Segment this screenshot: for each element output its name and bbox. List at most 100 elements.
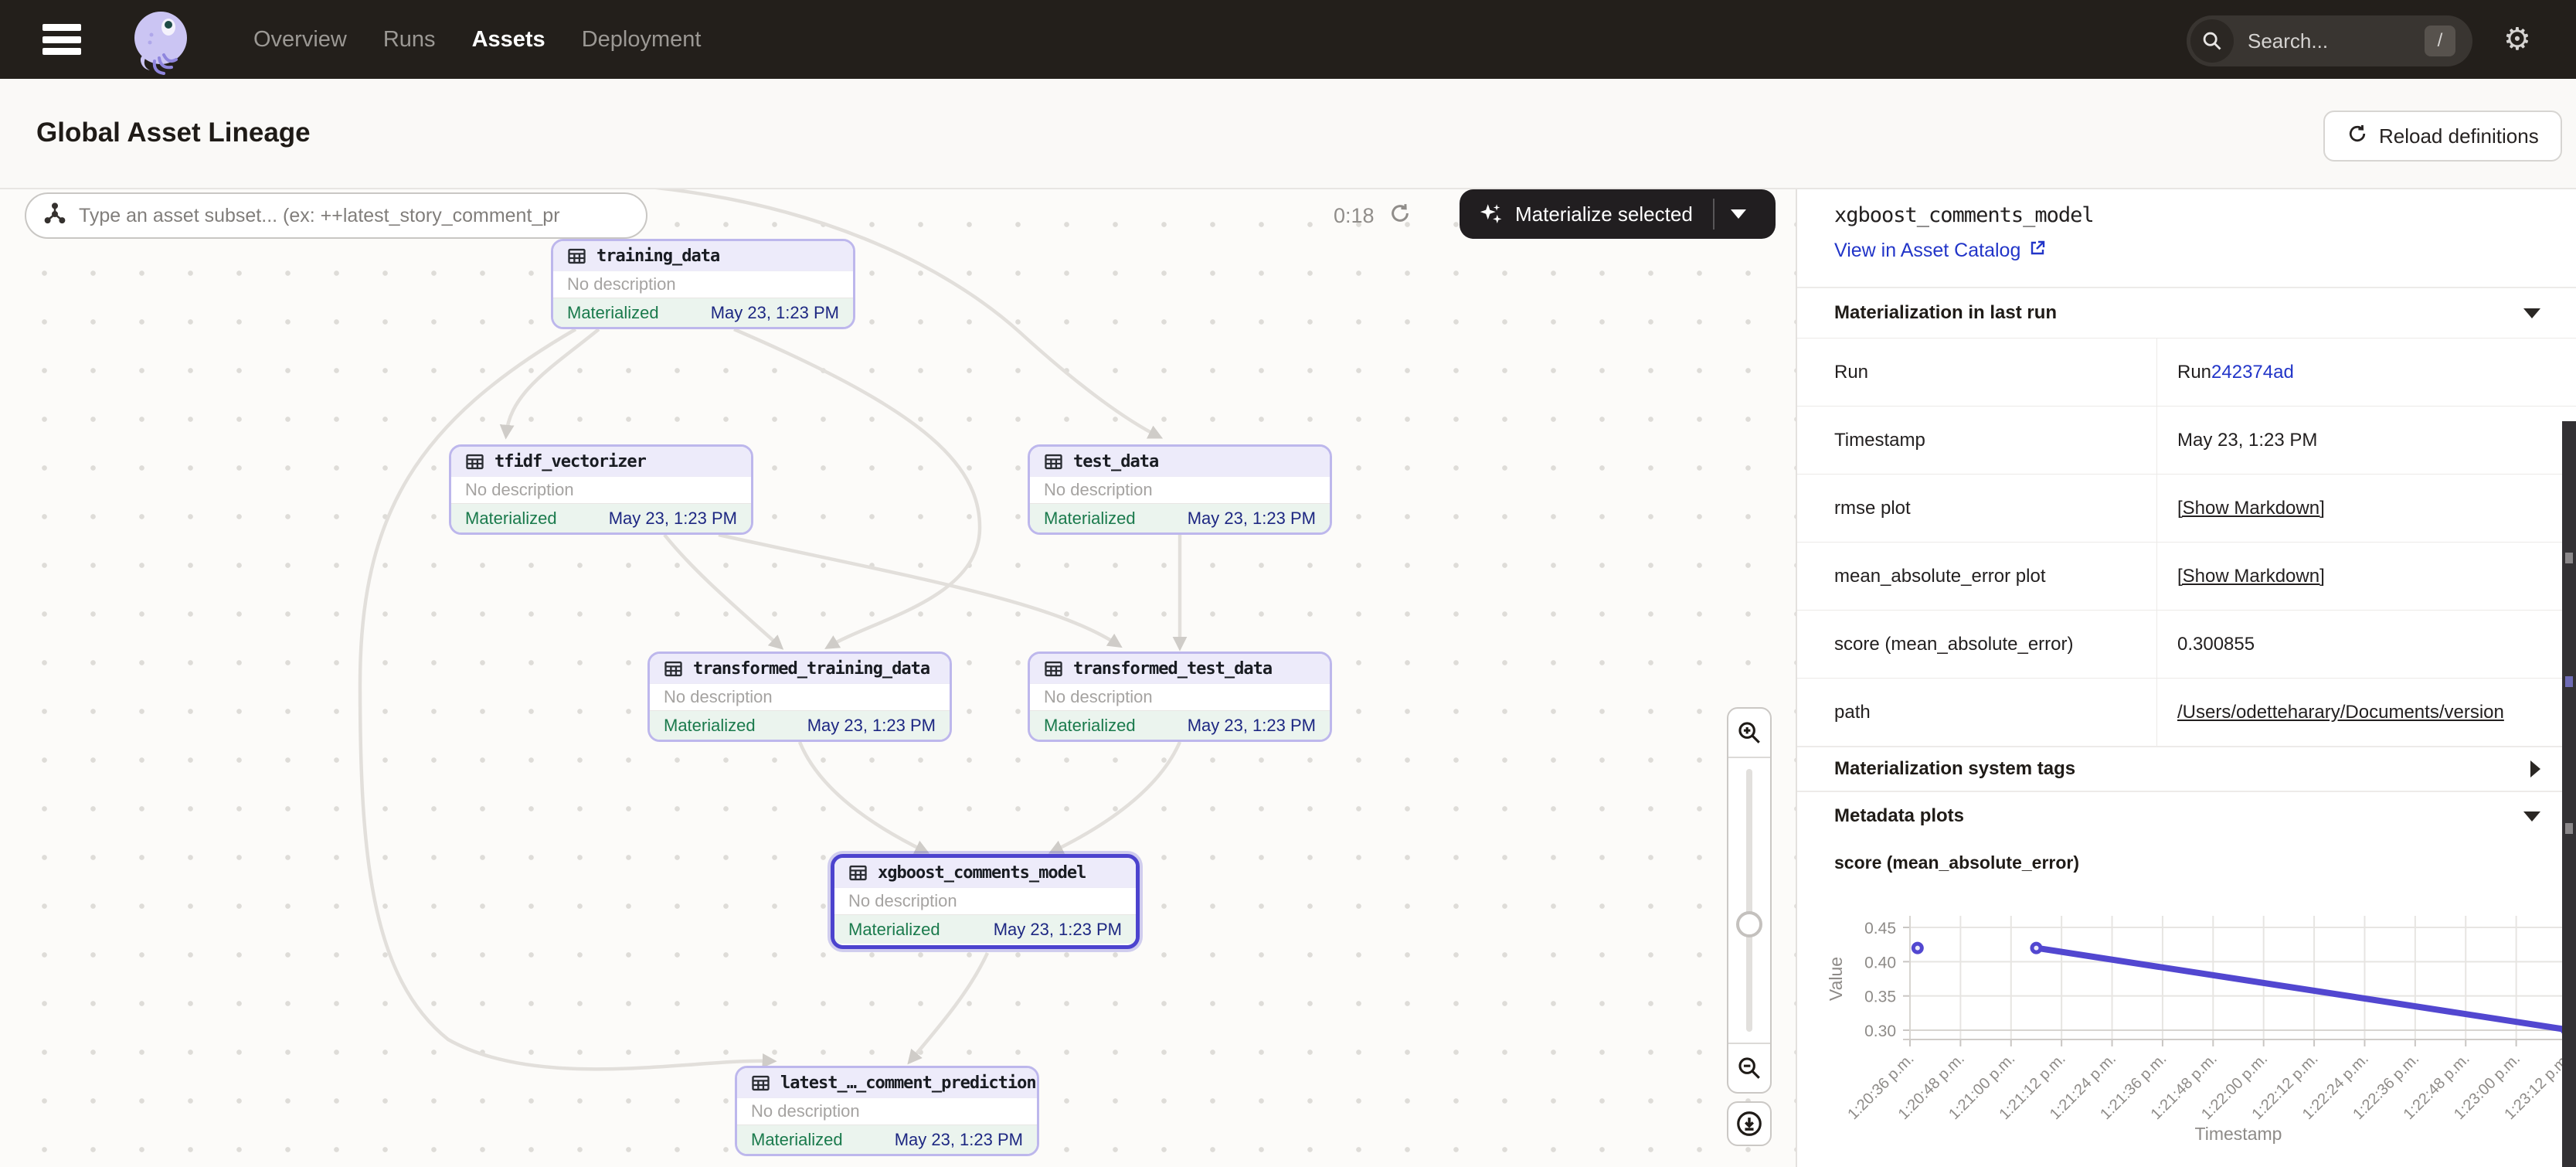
- svg-text:0.35: 0.35: [1864, 988, 1896, 1006]
- asset-node-latest_comment_predictions[interactable]: latest_…_comment_predictionsNo descripti…: [735, 1066, 1039, 1156]
- settings-gear-icon[interactable]: ⚙: [2503, 19, 2531, 60]
- asset-node-footer: MaterializedMay 23, 1:23 PM: [451, 504, 751, 532]
- zoom-slider[interactable]: [1728, 758, 1770, 1043]
- chevron-down-icon: [2523, 811, 2540, 822]
- section-materialization-last-run[interactable]: Materialization in last run: [1797, 287, 2576, 338]
- global-search[interactable]: Search... /: [2187, 15, 2472, 66]
- edge-training_data-to-transformed_training_data: [734, 329, 980, 647]
- asset-node-transformed_test_data[interactable]: transformed_test_dataNo descriptionMater…: [1028, 652, 1332, 742]
- zoom-in-button[interactable]: [1728, 709, 1770, 758]
- asset-node-footer: MaterializedMay 23, 1:23 PM: [834, 915, 1136, 944]
- table-row: mean_absolute_error plot [Show Markdown]: [1797, 542, 2576, 610]
- asset-name: xgboost_comments_model: [878, 863, 1086, 883]
- asset-lineage-graph[interactable]: training_dataNo descriptionMaterializedM…: [0, 189, 1796, 1167]
- zoom-out-button[interactable]: [1728, 1043, 1770, 1092]
- asset-filter-box[interactable]: [25, 192, 647, 239]
- asset-node-xgboost_comments_model[interactable]: xgboost_comments_modelNo descriptionMate…: [831, 854, 1140, 949]
- table-icon: [848, 863, 868, 883]
- search-icon: [2190, 19, 2234, 63]
- menu-icon[interactable]: [42, 24, 81, 55]
- value-text: May 23, 1:23 PM: [2177, 430, 2317, 451]
- screen-edge-artifact: [2562, 421, 2576, 1167]
- refresh-icon[interactable]: [1388, 202, 1412, 230]
- sparkles-icon: [1478, 201, 1504, 227]
- dagster-logo[interactable]: [124, 4, 198, 78]
- value-link[interactable]: /Users/odetteharary/Documents/version: [2177, 702, 2504, 723]
- edge-transformed_training_data-to-xgboost_comments_model: [800, 742, 926, 852]
- asset-node-header: xgboost_comments_model: [834, 858, 1136, 887]
- section-materialization-system-tags[interactable]: Materialization system tags: [1797, 746, 2576, 791]
- row-value: [Show Markdown]: [2157, 475, 2576, 542]
- asset-subset-input[interactable]: [77, 204, 618, 228]
- main-nav-items: Overview Runs Assets Deployment: [253, 0, 701, 79]
- reload-definitions-button[interactable]: Reload definitions: [2323, 111, 2562, 162]
- svg-text:Value: Value: [1826, 957, 1846, 1001]
- materialize-dropdown-caret[interactable]: [1731, 209, 1746, 219]
- table-icon: [751, 1073, 770, 1093]
- asset-name: test_data: [1073, 452, 1158, 471]
- edge-tfidf_vectorizer-to-transformed_test_data: [719, 535, 1119, 645]
- nav-item-assets[interactable]: Assets: [472, 27, 545, 53]
- asset-node-footer: MaterializedMay 23, 1:23 PM: [553, 298, 853, 327]
- value-text: Run: [2177, 362, 2211, 383]
- table-icon: [567, 247, 586, 266]
- asset-node-transformed_training_data[interactable]: transformed_training_dataNo descriptionM…: [647, 652, 952, 742]
- asset-node-test_data[interactable]: test_dataNo descriptionMaterializedMay 2…: [1028, 444, 1332, 535]
- row-value: May 23, 1:23 PM: [2157, 407, 2576, 474]
- asset-node-header: latest_…_comment_predictions: [737, 1068, 1037, 1097]
- materialization-time: May 23, 1:23 PM: [711, 303, 839, 323]
- table-row: score (mean_absolute_error)0.300855: [1797, 610, 2576, 678]
- chevron-right-icon: [2530, 760, 2540, 777]
- asset-node-footer: MaterializedMay 23, 1:23 PM: [1030, 711, 1330, 740]
- materialized-status: Materialized: [751, 1130, 843, 1150]
- materialized-status: Materialized: [848, 920, 940, 940]
- row-label: Timestamp: [1797, 407, 2157, 474]
- value-link[interactable]: [Show Markdown]: [2177, 498, 2325, 519]
- zoom-slider-track[interactable]: [1746, 769, 1752, 1032]
- dagster-app-window: Overview Runs Assets Deployment Search..…: [0, 0, 2576, 1167]
- nav-item-runs[interactable]: Runs: [383, 27, 436, 53]
- recenter-download-button[interactable]: [1727, 1101, 1772, 1146]
- edge-xgboost_comments_model-to-latest_…_comment_predictions: [910, 953, 987, 1061]
- row-label: score (mean_absolute_error): [1797, 611, 2157, 678]
- value-link[interactable]: [Show Markdown]: [2177, 566, 2325, 587]
- zoom-controls: [1727, 707, 1772, 1094]
- asset-node-footer: MaterializedMay 23, 1:23 PM: [1030, 504, 1330, 532]
- table-row: path/Users/odetteharary/Documents/versio…: [1797, 678, 2576, 746]
- nav-item-deployment[interactable]: Deployment: [582, 27, 702, 53]
- nav-item-overview[interactable]: Overview: [253, 27, 347, 53]
- table-row: Timestamp May 23, 1:23 PM: [1797, 406, 2576, 474]
- row-label: rmse plot: [1797, 475, 2157, 542]
- view-in-asset-catalog-link[interactable]: View in Asset Catalog: [1834, 239, 2047, 263]
- table-icon: [465, 452, 484, 471]
- asset-name: transformed_test_data: [1073, 659, 1272, 679]
- section-metadata-plots[interactable]: Metadata plots: [1797, 791, 2576, 840]
- value-link[interactable]: 242374ad: [2211, 362, 2294, 383]
- materialization-time: May 23, 1:23 PM: [1188, 716, 1316, 736]
- materialize-selected-button[interactable]: Materialize selected: [1460, 189, 1776, 239]
- table-icon: [664, 659, 683, 679]
- asset-description: No description: [553, 270, 853, 298]
- graph-refresh-countdown: 0:18: [1334, 202, 1412, 230]
- section-label: Materialization system tags: [1834, 758, 2075, 780]
- zoom-slider-handle[interactable]: [1736, 911, 1762, 937]
- row-label: mean_absolute_error plot: [1797, 543, 2157, 610]
- materialization-time: May 23, 1:23 PM: [1188, 509, 1316, 529]
- svg-text:0.40: 0.40: [1864, 954, 1896, 971]
- reload-icon: [2347, 123, 2368, 150]
- edge-tfidf_vectorizer-to-transformed_training_data: [664, 535, 780, 647]
- table-icon: [1044, 452, 1063, 471]
- row-value: /Users/odetteharary/Documents/version: [2157, 679, 2576, 746]
- table-row: RunRun 242374ad: [1797, 338, 2576, 406]
- asset-graph-icon: [43, 202, 66, 230]
- asset-node-training_data[interactable]: training_dataNo descriptionMaterializedM…: [551, 239, 855, 329]
- svg-text:0.30: 0.30: [1864, 1022, 1896, 1040]
- table-row: rmse plot [Show Markdown]: [1797, 474, 2576, 542]
- svg-text:0.45: 0.45: [1864, 920, 1896, 937]
- asset-name: latest_…_comment_predictions: [780, 1073, 1039, 1093]
- row-value: Run 242374ad: [2157, 339, 2576, 406]
- countdown-value: 0:18: [1334, 204, 1375, 228]
- row-label: path: [1797, 679, 2157, 746]
- asset-node-header: tfidf_vectorizer: [451, 447, 751, 476]
- asset-node-tfidf_vectorizer[interactable]: tfidf_vectorizerNo descriptionMaterializ…: [449, 444, 753, 535]
